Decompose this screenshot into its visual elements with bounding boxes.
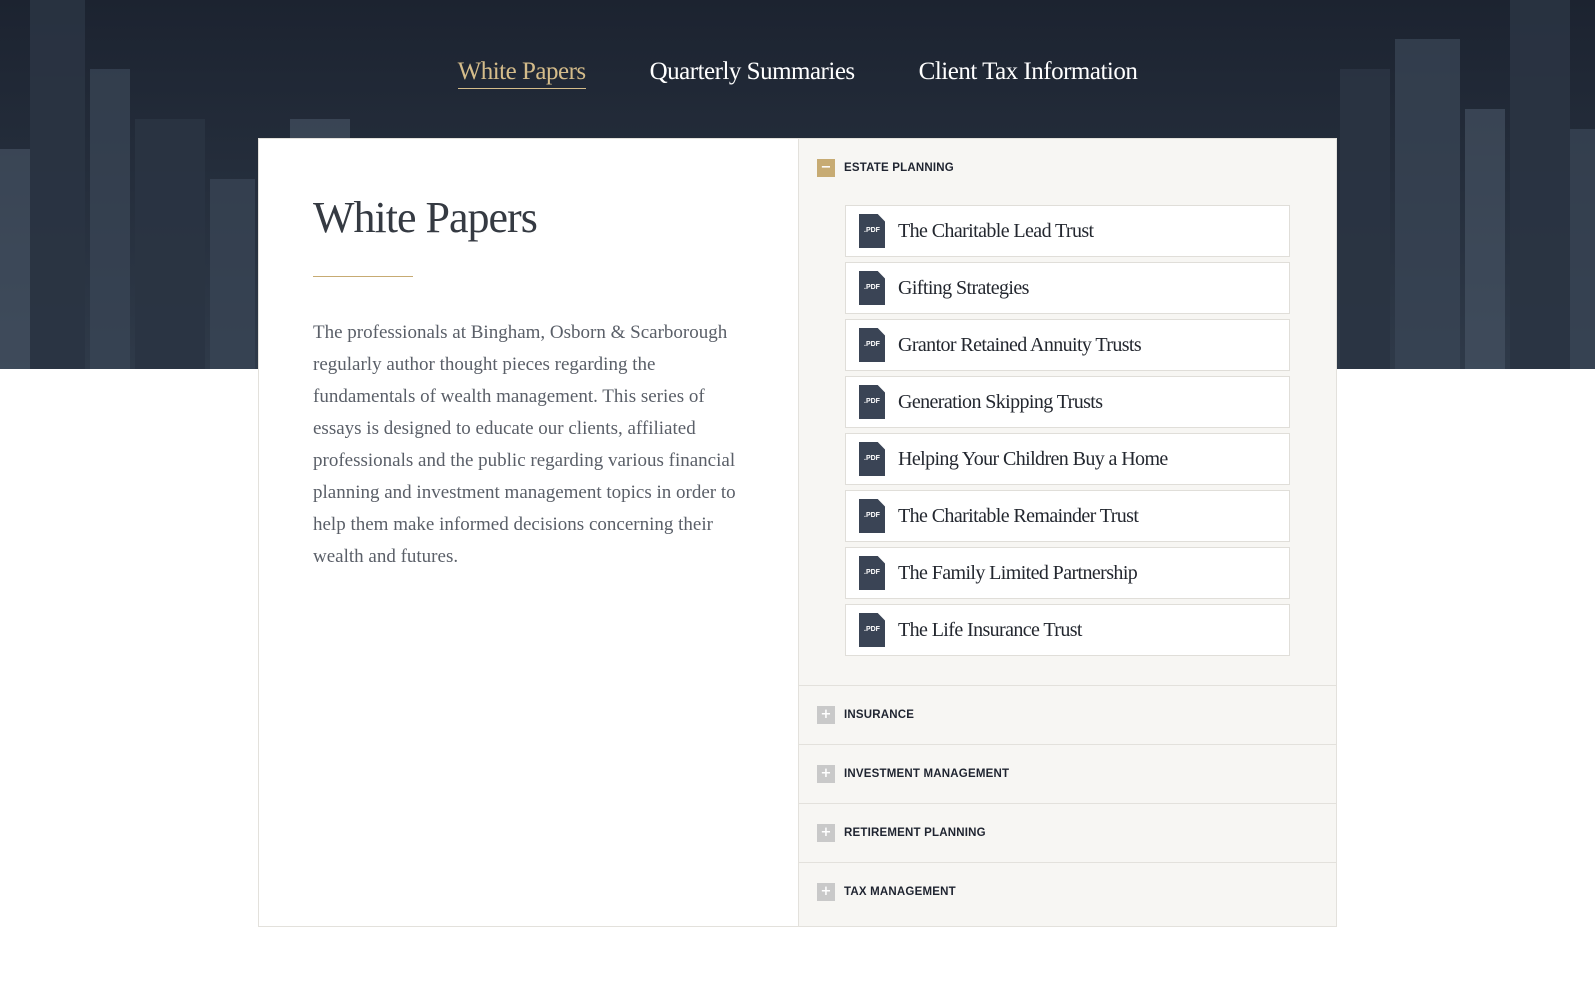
pdf-file-icon: .PDF [859,556,885,590]
content-card: White Papers The professionals at Bingha… [258,138,1337,927]
accordion-tax-management[interactable]: + TAX MANAGEMENT [799,863,1336,921]
pdf-file-icon: .PDF [859,385,885,419]
document-title: Grantor Retained Annuity Trusts [898,333,1142,356]
document-title: Helping Your Children Buy a Home [898,447,1168,470]
intro-text: The professionals at Bingham, Osborn & S… [313,322,736,568]
pdf-file-icon: .PDF [859,442,885,476]
accordion-investment-management[interactable]: + INVESTMENT MANAGEMENT [799,745,1336,804]
pdf-file-icon: .PDF [859,499,885,533]
document-title: Gifting Strategies [898,276,1029,299]
page-title: White Papers [313,193,538,242]
document-link[interactable]: .PDF The Charitable Remainder Trust [845,490,1290,542]
document-link[interactable]: .PDF Helping Your Children Buy a Home [845,433,1290,485]
gold-divider [313,276,413,278]
nav-client-tax-information[interactable]: Client Tax Information [919,58,1138,89]
collapse-icon[interactable]: − [817,159,835,177]
pdf-file-icon: .PDF [859,328,885,362]
document-title: The Family Limited Partnership [898,561,1138,584]
pdf-file-icon: .PDF [859,271,885,305]
document-link[interactable]: .PDF The Family Limited Partnership [845,547,1290,599]
expand-icon[interactable]: + [817,824,835,842]
document-link[interactable]: .PDF Grantor Retained Annuity Trusts [845,319,1290,371]
accordion-label: TAX MANAGEMENT [844,886,956,898]
pdf-file-icon: .PDF [859,214,885,248]
document-link[interactable]: .PDF The Life Insurance Trust [845,604,1290,656]
expand-icon[interactable]: + [817,706,835,724]
accordion-label: ESTATE PLANNING [844,162,954,174]
document-title: The Life Insurance Trust [898,618,1083,641]
accordion-label: RETIREMENT PLANNING [844,827,986,839]
document-title: The Charitable Lead Trust [898,219,1094,242]
document-title: The Charitable Remainder Trust [898,504,1139,527]
intro-panel: White Papers The professionals at Bingha… [259,139,799,926]
document-link[interactable]: .PDF Generation Skipping Trusts [845,376,1290,428]
expand-icon[interactable]: + [817,883,835,901]
section-nav: White Papers Quarterly Summaries Client … [0,58,1595,89]
pdf-file-icon: .PDF [859,613,885,647]
accordion: − ESTATE PLANNING .PDF The Charitable Le… [799,139,1336,926]
accordion-label: INSURANCE [844,709,915,721]
accordion-retirement-planning[interactable]: + RETIREMENT PLANNING [799,804,1336,863]
document-link[interactable]: .PDF Gifting Strategies [845,262,1290,314]
nav-quarterly-summaries[interactable]: Quarterly Summaries [650,58,856,89]
accordion-insurance[interactable]: + INSURANCE [799,686,1336,745]
document-link[interactable]: .PDF The Charitable Lead Trust [845,205,1290,257]
accordion-label: INVESTMENT MANAGEMENT [844,768,1010,780]
expand-icon[interactable]: + [817,765,835,783]
accordion-estate-planning[interactable]: − ESTATE PLANNING [799,139,1336,197]
document-title: Generation Skipping Trusts [898,390,1103,413]
nav-white-papers[interactable]: White Papers [457,58,586,89]
document-list: .PDF The Charitable Lead Trust .PDF Gift… [799,197,1336,686]
